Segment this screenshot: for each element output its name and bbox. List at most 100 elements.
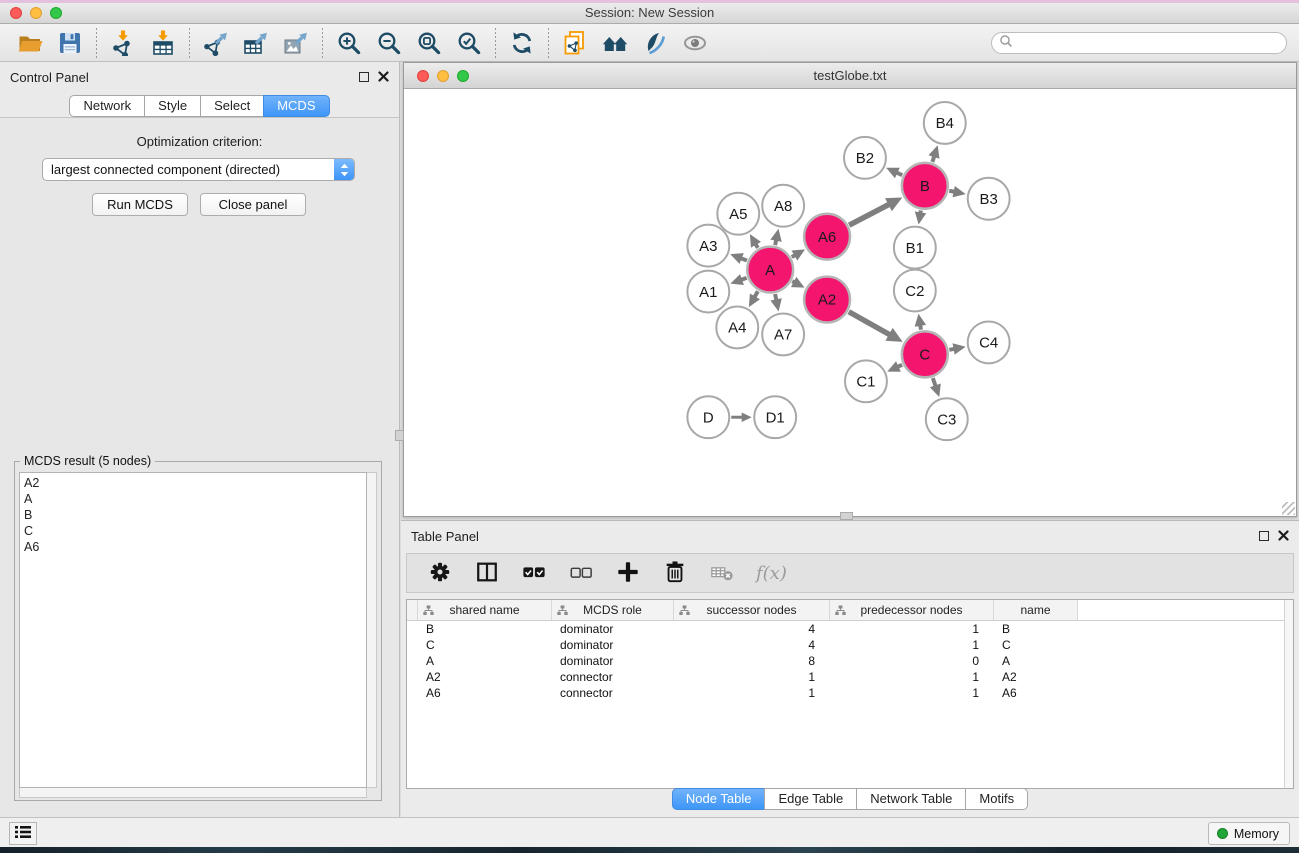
table-row[interactable]: Cdominator41C: [407, 637, 1293, 653]
graph-node-D[interactable]: D: [687, 396, 729, 438]
delete-row-button[interactable]: [662, 560, 688, 586]
graph-node-A6[interactable]: A6: [804, 214, 850, 260]
tab-edge-table[interactable]: Edge Table: [764, 788, 857, 810]
select-all-button[interactable]: [521, 560, 547, 586]
graph-edge-B-B4[interactable]: [928, 145, 939, 162]
tab-motifs[interactable]: Motifs: [965, 788, 1028, 810]
graphics-details-button[interactable]: [635, 26, 675, 60]
column-button[interactable]: [474, 560, 500, 586]
graph-edge-A-A4[interactable]: [749, 291, 760, 307]
settings-button[interactable]: [427, 560, 453, 586]
graph-edge-A-A3[interactable]: [730, 253, 747, 264]
table-row[interactable]: Bdominator41B: [407, 621, 1293, 637]
vertical-splitter-handle[interactable]: [395, 430, 404, 441]
graph-edge-A-A8[interactable]: [770, 229, 781, 245]
zoom-fit-button[interactable]: [409, 26, 449, 60]
horizontal-splitter-handle[interactable]: [840, 512, 853, 520]
graph-node-A3[interactable]: A3: [687, 225, 729, 267]
mcds-result-item[interactable]: B: [24, 507, 362, 523]
export-table-button[interactable]: [236, 26, 276, 60]
table-row[interactable]: A6connector11A6: [407, 685, 1293, 701]
memory-button[interactable]: Memory: [1208, 822, 1290, 845]
copy-network-button[interactable]: [555, 26, 595, 60]
mcds-result-item[interactable]: C: [24, 523, 362, 539]
column-header-MCDS-role[interactable]: MCDS role: [552, 600, 674, 620]
function-builder-button[interactable]: f(x): [756, 563, 787, 584]
unselect-all-button[interactable]: [568, 560, 594, 586]
open-session-button[interactable]: [10, 26, 50, 60]
graph-node-A8[interactable]: A8: [762, 185, 804, 227]
graph-edge-B-B1[interactable]: [915, 210, 926, 224]
zoom-window-button[interactable]: [50, 7, 62, 19]
optimization-criterion-select[interactable]: largest connected component (directed): [42, 158, 355, 181]
graph-node-C4[interactable]: C4: [968, 321, 1010, 363]
search-input[interactable]: [1017, 34, 1286, 52]
import-network-button[interactable]: [103, 26, 143, 60]
graph-edge-A-A2[interactable]: [791, 277, 805, 288]
eye-button[interactable]: [675, 26, 715, 60]
network-minimize-button[interactable]: [437, 70, 449, 82]
graph-node-B4[interactable]: B4: [924, 102, 966, 144]
refresh-button[interactable]: [502, 26, 542, 60]
save-session-button[interactable]: [50, 26, 90, 60]
mcds-result-item[interactable]: A2: [24, 475, 362, 491]
network-canvas[interactable]: AA1A2A3A4A5A6A7A8BB1B2B3B4CC1C2C3C4DD1: [404, 90, 1296, 516]
float-panel-icon[interactable]: [359, 72, 369, 82]
graph-node-D1[interactable]: D1: [754, 396, 796, 438]
tab-select[interactable]: Select: [200, 95, 264, 117]
graph-node-C[interactable]: C: [902, 331, 948, 377]
graph-edge-C-C2[interactable]: [915, 314, 926, 330]
import-table-button[interactable]: [143, 26, 183, 60]
zoom-selected-button[interactable]: [449, 26, 489, 60]
graph-node-A7[interactable]: A7: [762, 313, 804, 355]
graph-node-A5[interactable]: A5: [717, 193, 759, 235]
graph-node-A2[interactable]: A2: [804, 277, 850, 323]
graph-edge-B-B2[interactable]: [886, 168, 902, 178]
tab-style[interactable]: Style: [144, 95, 201, 117]
task-history-button[interactable]: [9, 822, 37, 845]
graph-edge-A-A5[interactable]: [750, 234, 761, 248]
graph-node-A[interactable]: A: [747, 247, 793, 293]
run-mcds-button[interactable]: Run MCDS: [92, 193, 188, 216]
float-table-panel-icon[interactable]: [1259, 531, 1269, 541]
graph-node-C2[interactable]: C2: [894, 270, 936, 312]
tab-mcds[interactable]: MCDS: [263, 95, 329, 117]
resize-grip[interactable]: [1282, 502, 1295, 515]
column-header-name[interactable]: name: [994, 600, 1078, 620]
result-vertical-scrollbar[interactable]: [367, 472, 377, 788]
table-row[interactable]: A2connector11A2: [407, 669, 1293, 685]
mcds-result-item[interactable]: A: [24, 491, 362, 507]
graph-edge-C-C3[interactable]: [930, 378, 941, 397]
minimize-window-button[interactable]: [30, 7, 42, 19]
graph-edge-A6-B[interactable]: [849, 198, 902, 226]
zoom-out-button[interactable]: [369, 26, 409, 60]
graph-node-C1[interactable]: C1: [845, 360, 887, 402]
result-horizontal-scrollbar[interactable]: [19, 788, 367, 798]
add-row-button[interactable]: [615, 560, 641, 586]
close-panel-icon[interactable]: [378, 71, 389, 82]
graph-edge-A2-C[interactable]: [849, 312, 903, 342]
close-panel-button[interactable]: Close panel: [200, 193, 306, 216]
graph-edge-C-C4[interactable]: [949, 343, 965, 354]
table-row[interactable]: Adominator80A: [407, 653, 1293, 669]
delete-table-button[interactable]: [709, 560, 735, 586]
graph-node-B3[interactable]: B3: [968, 178, 1010, 220]
column-header-shared-name[interactable]: shared name: [418, 600, 552, 620]
close-window-button[interactable]: [10, 7, 22, 19]
tab-node-table[interactable]: Node Table: [672, 788, 766, 810]
export-network-button[interactable]: [196, 26, 236, 60]
network-zoom-button[interactable]: [457, 70, 469, 82]
graph-edge-A-A7[interactable]: [770, 294, 781, 311]
graph-node-A4[interactable]: A4: [716, 306, 758, 348]
table-vertical-scrollbar[interactable]: [1284, 600, 1293, 788]
graph-edge-D-D1[interactable]: [731, 412, 751, 421]
graph-edge-C-C1[interactable]: [887, 361, 902, 372]
graph-edge-A-A1[interactable]: [730, 274, 746, 285]
zoom-in-button[interactable]: [329, 26, 369, 60]
network-close-button[interactable]: [417, 70, 429, 82]
search-box[interactable]: [991, 32, 1287, 54]
export-image-button[interactable]: [276, 26, 316, 60]
column-header-successor-nodes[interactable]: successor nodes: [674, 600, 830, 620]
graph-edge-A-A6[interactable]: [792, 249, 806, 260]
mcds-result-item[interactable]: A6: [24, 539, 362, 555]
